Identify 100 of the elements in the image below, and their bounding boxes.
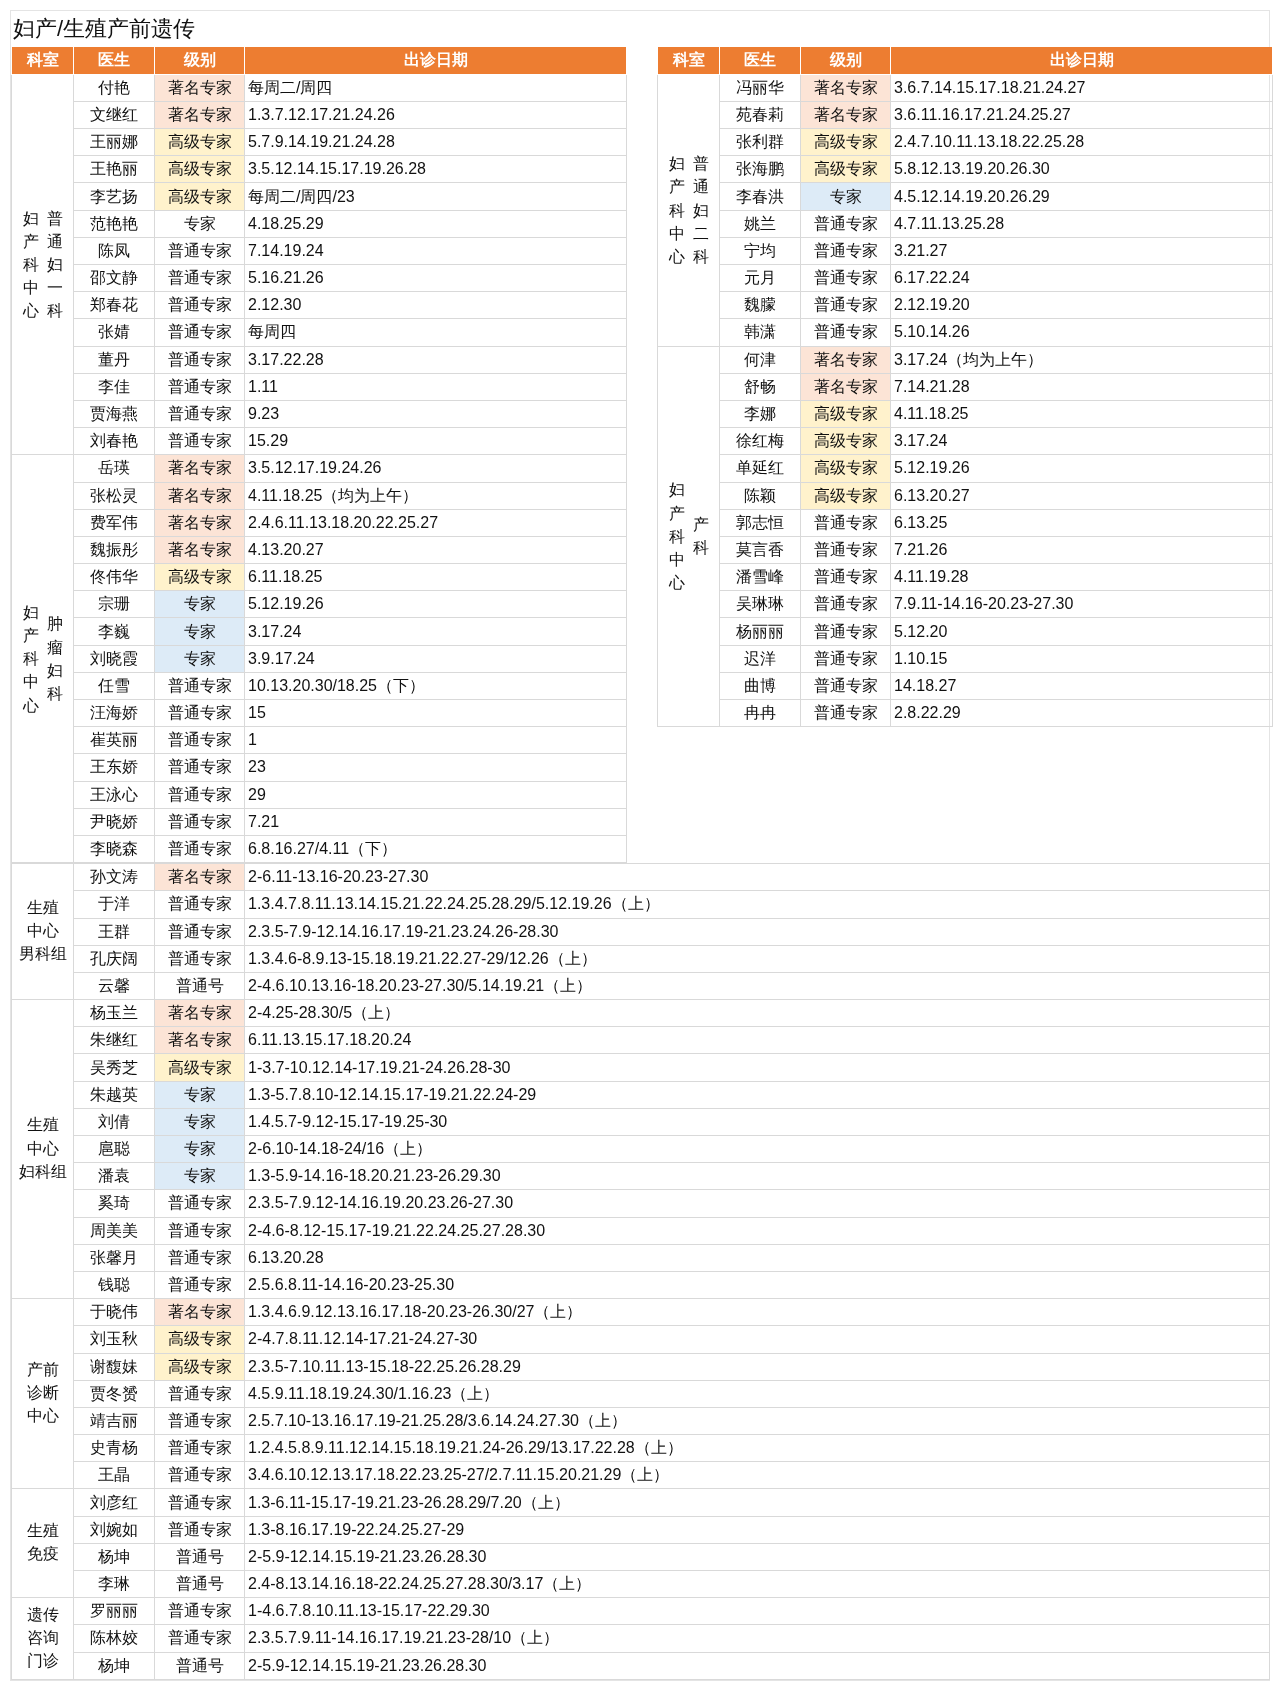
clinic-dates: 6.8.16.27/4.11（下） <box>244 835 627 863</box>
clinic-dates: 2-4.25-28.30/5（上） <box>244 999 1270 1027</box>
clinic-dates: 6.13.20.28 <box>244 1244 1270 1272</box>
doctor-grade: 普通专家 <box>154 1597 245 1625</box>
doctor-grade: 专家 <box>154 617 245 646</box>
doctor-grade: 高级专家 <box>800 454 891 482</box>
doctor-grade: 普通专家 <box>800 536 891 564</box>
doctor-name: 李佳 <box>73 373 155 401</box>
doctor-grade: 普通专家 <box>800 590 891 618</box>
doctor-name: 姚兰 <box>719 210 801 238</box>
clinic-dates: 7.14.19.24 <box>244 237 627 265</box>
clinic-dates: 3.17.22.28 <box>244 346 627 374</box>
clinic-dates: 3.6.11.16.17.21.24.25.27 <box>890 101 1273 129</box>
doctor-name: 孙文涛 <box>73 863 155 891</box>
clinic-dates: 4.11.19.28 <box>890 563 1273 591</box>
clinic-dates: 1.3-5.7.8.10-12.14.15.17-19.21.22.24-29 <box>244 1081 1270 1109</box>
clinic-dates: 6.13.20.27 <box>890 482 1273 510</box>
doctor-name: 杨坤 <box>73 1652 155 1680</box>
doctor-name: 宗珊 <box>73 590 155 618</box>
doctor-grade: 普通专家 <box>154 1488 245 1517</box>
doctor-name: 李艺扬 <box>73 182 155 211</box>
clinic-dates: 1.4.5.7-9.12-15.17-19.25-30 <box>244 1108 1270 1136</box>
doctor-name: 张婧 <box>73 318 155 347</box>
column-header: 医生 <box>73 47 155 75</box>
clinic-dates: 2.8.22.29 <box>890 699 1273 727</box>
doctor-name: 刘彦红 <box>73 1488 155 1517</box>
clinic-dates: 2-6.10-14.18-24/16（上） <box>244 1135 1270 1163</box>
doctor-name: 迟洋 <box>719 645 801 673</box>
doctor-grade: 著名专家 <box>800 346 891 374</box>
doctor-name: 孔庆阔 <box>73 945 155 973</box>
clinic-dates: 5.8.12.13.19.20.26.30 <box>890 155 1273 183</box>
doctor-grade: 高级专家 <box>154 128 245 156</box>
doctor-name: 苑春莉 <box>719 101 801 129</box>
doctor-name: 陈林姣 <box>73 1624 155 1653</box>
doctor-name: 周美美 <box>73 1217 155 1245</box>
doctor-name: 奚琦 <box>73 1189 155 1218</box>
column-header: 级别 <box>800 47 891 75</box>
doctor-name: 王艳丽 <box>73 155 155 183</box>
doctor-grade: 普通专家 <box>154 726 245 754</box>
clinic-dates: 5.16.21.26 <box>244 264 627 292</box>
doctor-name: 谢馥妹 <box>73 1353 155 1381</box>
doctor-grade: 普通专家 <box>800 318 891 347</box>
clinic-dates: 3.17.24（均为上午） <box>890 346 1273 374</box>
clinic-dates: 5.12.19.26 <box>244 590 627 618</box>
doctor-grade: 普通专家 <box>800 291 891 319</box>
doctor-grade: 普通专家 <box>154 1407 245 1435</box>
doctor-name: 郭志恒 <box>719 509 801 537</box>
doctor-name: 岳瑛 <box>73 454 155 482</box>
clinic-dates: 3.17.24 <box>890 427 1273 455</box>
department-label: 妇产科中心 <box>668 154 685 267</box>
doctor-grade: 普通专家 <box>154 945 245 973</box>
clinic-dates: 2.4.7.10.11.13.18.22.25.28 <box>890 128 1273 156</box>
clinic-dates: 2-5.9-12.14.15.19-21.23.26.28.30 <box>244 1652 1270 1680</box>
column-header: 出诊日期 <box>890 47 1273 75</box>
clinic-dates: 1.2.4.5.8.9.11.12.14.15.18.19.21.24-26.29/13.17.22.28（上） <box>244 1434 1270 1462</box>
doctor-grade: 著名专家 <box>154 101 245 129</box>
doctor-grade: 高级专家 <box>800 427 891 455</box>
clinic-dates: 3.5.12.14.15.17.19.26.28 <box>244 155 627 183</box>
doctor-grade: 普通号 <box>154 1543 245 1571</box>
doctor-name: 于晓伟 <box>73 1298 155 1326</box>
doctor-name: 贾海燕 <box>73 400 155 428</box>
doctor-name: 佟伟华 <box>73 563 155 591</box>
doctor-grade: 普通专家 <box>154 318 245 347</box>
doctor-grade: 普通专家 <box>800 672 891 700</box>
clinic-dates: 23 <box>244 753 627 782</box>
doctor-name: 朱继红 <box>73 1026 155 1054</box>
doctor-grade: 高级专家 <box>800 400 891 428</box>
doctor-name: 史青杨 <box>73 1434 155 1462</box>
clinic-dates: 1.3.7.12.17.21.24.26 <box>244 101 627 129</box>
doctor-grade: 普通专家 <box>154 918 245 946</box>
clinic-dates: 1.3.4.6.9.12.13.16.17.18-20.23-26.30/27（上） <box>244 1298 1270 1326</box>
doctor-grade: 普通专家 <box>154 1271 245 1299</box>
clinic-dates: 1.3-5.9-14.16-18.20.21.23-26.29.30 <box>244 1162 1270 1190</box>
doctor-name: 刘倩 <box>73 1108 155 1136</box>
clinic-dates: 4.13.20.27 <box>244 536 627 564</box>
column-header: 科室 <box>11 47 74 75</box>
doctor-name: 陈凤 <box>73 237 155 265</box>
doctor-grade: 高级专家 <box>800 155 891 183</box>
doctor-grade: 普通专家 <box>154 1624 245 1653</box>
doctor-name: 李春洪 <box>719 182 801 211</box>
clinic-dates: 1.3-8.16.17.19-22.24.25.27-29 <box>244 1516 1270 1544</box>
doctor-name: 扈聪 <box>73 1135 155 1163</box>
clinic-dates: 1.10.15 <box>890 645 1273 673</box>
doctor-name: 云馨 <box>73 972 155 1000</box>
clinic-dates: 7.9.11-14.16-20.23-27.30 <box>890 590 1273 618</box>
doctor-grade: 高级专家 <box>800 128 891 156</box>
clinic-dates: 2.12.30 <box>244 291 627 319</box>
doctor-grade: 普通专家 <box>154 835 245 863</box>
clinic-dates: 6.11.18.25 <box>244 563 627 591</box>
doctor-grade: 普通专家 <box>154 1244 245 1272</box>
clinic-dates: 2.4.6.11.13.18.20.22.25.27 <box>244 509 627 537</box>
clinic-dates: 2.5.7.10-13.16.17.19-21.25.28/3.6.14.24.27.30（上） <box>244 1407 1270 1435</box>
doctor-grade: 著名专家 <box>154 1026 245 1054</box>
department-label: 产前 诊断 中心 <box>26 1360 59 1427</box>
clinic-dates: 每周二/周四/23 <box>244 182 627 211</box>
clinic-dates: 7.21.26 <box>890 536 1273 564</box>
doctor-grade: 专家 <box>154 590 245 618</box>
doctor-grade: 普通专家 <box>800 237 891 265</box>
doctor-grade: 著名专家 <box>154 1298 245 1326</box>
doctor-grade: 高级专家 <box>154 155 245 183</box>
